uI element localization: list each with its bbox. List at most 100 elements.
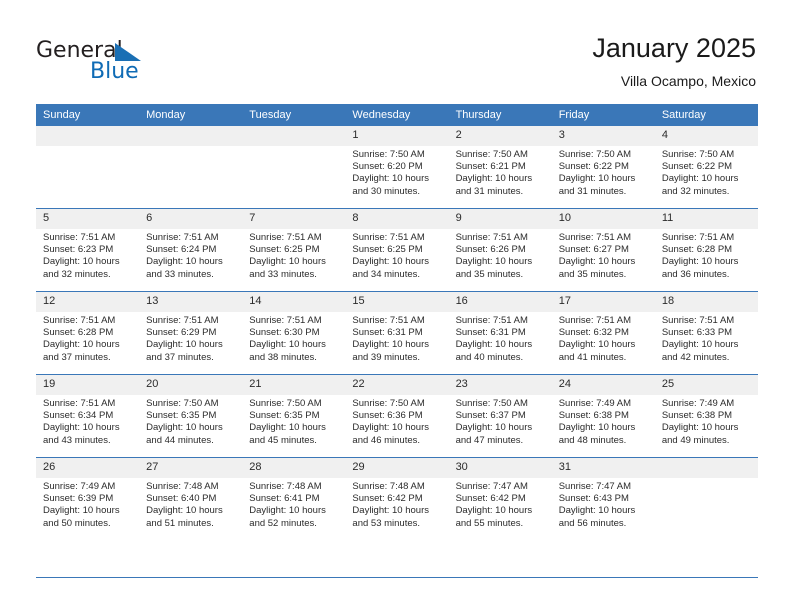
daylight-text-line2: and 49 minutes. (661, 434, 730, 446)
sunset-text: Sunset: 6:39 PM (43, 493, 114, 505)
daylight-text-line1: Daylight: 10 hours (352, 422, 429, 434)
calendar-header-row: Sunday Monday Tuesday Wednesday Thursday… (36, 104, 758, 126)
calendar-day-cell[interactable]: 11 Sunrise: 7:51 AM Sunset: 6:28 PM Dayligh… (654, 208, 758, 292)
sunset-text: Sunset: 6:31 PM (352, 327, 423, 339)
calendar-week-row: 19 Sunrise: 7:51 AM Sunset: 6:34 PM Dayligh… (36, 374, 758, 458)
calendar-day-cell[interactable]: 15 Sunrise: 7:51 AM Sunset: 6:31 PM Dayligh… (345, 291, 449, 375)
calendar-page: General Blue January 2025 Villa Ocampo, … (0, 0, 792, 612)
calendar-day-cell[interactable]: 26 Sunrise: 7:49 AM Sunset: 6:39 PM Dayligh… (36, 457, 140, 540)
sunset-text: Sunset: 6:37 PM (455, 410, 526, 422)
day-number (242, 126, 346, 146)
calendar-day-cell[interactable]: 18 Sunrise: 7:51 AM Sunset: 6:33 PM Dayligh… (654, 291, 758, 375)
calendar-day-cell[interactable]: 5 Sunrise: 7:51 AM Sunset: 6:23 PM Daylight… (36, 208, 140, 292)
calendar-day-cell[interactable]: 16 Sunrise: 7:51 AM Sunset: 6:31 PM Dayligh… (448, 291, 552, 375)
table-bottom-rule (36, 577, 758, 578)
day-number: 1 (345, 126, 449, 146)
calendar-day-cell[interactable]: 19 Sunrise: 7:51 AM Sunset: 6:34 PM Dayligh… (36, 374, 140, 458)
daylight-text-line2: and 30 minutes. (352, 185, 421, 197)
day-number: 21 (242, 375, 346, 395)
calendar-day-cell[interactable]: 9 Sunrise: 7:51 AM Sunset: 6:26 PM Daylight… (448, 208, 552, 292)
sunrise-text: Sunrise: 7:50 AM (352, 398, 425, 409)
day-number: 31 (551, 458, 655, 478)
day-details: Sunrise: 7:51 AM Sunset: 6:31 PM Daylight:… (345, 312, 448, 364)
calendar-day-cell[interactable]: 20 Sunrise: 7:50 AM Sunset: 6:35 PM Dayligh… (139, 374, 243, 458)
daylight-text-line2: and 34 minutes. (352, 268, 421, 280)
day-number: 15 (345, 292, 449, 312)
daylight-text-line1: Daylight: 10 hours (352, 505, 429, 517)
day-details: Sunrise: 7:51 AM Sunset: 6:32 PM Daylight:… (552, 312, 655, 364)
day-details: Sunrise: 7:51 AM Sunset: 6:30 PM Daylight:… (242, 312, 345, 364)
sunset-text: Sunset: 6:28 PM (43, 327, 114, 339)
calendar-day-cell[interactable]: 31 Sunrise: 7:47 AM Sunset: 6:43 PM Dayligh… (551, 457, 655, 540)
calendar-day-cell[interactable]: 10 Sunrise: 7:51 AM Sunset: 6:27 PM Dayligh… (551, 208, 655, 292)
day-number: 9 (448, 209, 552, 229)
calendar-day-cell[interactable]: 21 Sunrise: 7:50 AM Sunset: 6:35 PM Dayligh… (242, 374, 346, 458)
calendar-day-cell[interactable]: 23 Sunrise: 7:50 AM Sunset: 6:37 PM Dayligh… (448, 374, 552, 458)
sunset-text: Sunset: 6:23 PM (43, 244, 114, 256)
calendar-day-cell[interactable]: 30 Sunrise: 7:47 AM Sunset: 6:42 PM Dayligh… (448, 457, 552, 540)
daylight-text-line1: Daylight: 10 hours (558, 505, 636, 517)
daylight-text-line1: Daylight: 10 hours (146, 505, 223, 517)
day-details: Sunrise: 7:50 AM Sunset: 6:35 PM Daylight:… (139, 395, 242, 447)
calendar-day-cell[interactable]: 25 Sunrise: 7:49 AM Sunset: 6:38 PM Dayligh… (654, 374, 758, 458)
calendar-day-cell[interactable]: 4 Sunrise: 7:50 AM Sunset: 6:22 PM Daylight… (654, 126, 758, 209)
sunrise-text: Sunrise: 7:50 AM (352, 149, 425, 160)
calendar-day-cell[interactable]: 1 Sunrise: 7:50 AM Sunset: 6:20 PM Daylight… (345, 126, 449, 209)
sunrise-text: Sunrise: 7:50 AM (249, 398, 322, 409)
sunrise-text: Sunrise: 7:49 AM (43, 481, 116, 492)
calendar-day-cell[interactable]: 6 Sunrise: 7:51 AM Sunset: 6:24 PM Daylight… (139, 208, 243, 292)
sunrise-text: Sunrise: 7:51 AM (352, 232, 425, 243)
calendar-day-cell[interactable]: 13 Sunrise: 7:51 AM Sunset: 6:29 PM Dayligh… (139, 291, 243, 375)
day-details: Sunrise: 7:51 AM Sunset: 6:31 PM Daylight:… (449, 312, 552, 364)
sunrise-text: Sunrise: 7:50 AM (455, 149, 528, 160)
day-details: Sunrise: 7:51 AM Sunset: 6:26 PM Daylight:… (449, 229, 552, 281)
daylight-text-line2: and 40 minutes. (455, 351, 524, 363)
day-number: 7 (242, 209, 346, 229)
sunrise-text: Sunrise: 7:47 AM (455, 481, 528, 492)
day-details: Sunrise: 7:50 AM Sunset: 6:35 PM Daylight:… (242, 395, 345, 447)
calendar-day-cell[interactable]: 24 Sunrise: 7:49 AM Sunset: 6:38 PM Dayligh… (551, 374, 655, 458)
sunset-text: Sunset: 6:24 PM (146, 244, 217, 256)
daylight-text-line2: and 47 minutes. (455, 434, 524, 446)
calendar-day-cell[interactable]: 17 Sunrise: 7:51 AM Sunset: 6:32 PM Dayligh… (551, 291, 655, 375)
day-details: Sunrise: 7:51 AM Sunset: 6:23 PM Daylight:… (36, 229, 139, 281)
calendar-day-cell[interactable]: 27 Sunrise: 7:48 AM Sunset: 6:40 PM Dayligh… (139, 457, 243, 540)
sunrise-text: Sunrise: 7:49 AM (558, 398, 632, 409)
daylight-text-line2: and 37 minutes. (146, 351, 214, 363)
daylight-text-line1: Daylight: 10 hours (558, 256, 636, 268)
calendar-day-cell[interactable]: 7 Sunrise: 7:51 AM Sunset: 6:25 PM Daylight… (242, 208, 346, 292)
sunset-text: Sunset: 6:29 PM (146, 327, 217, 339)
sunrise-text: Sunrise: 7:50 AM (146, 398, 219, 409)
daylight-text-line2: and 39 minutes. (352, 351, 421, 363)
day-details: Sunrise: 7:51 AM Sunset: 6:27 PM Daylight:… (552, 229, 655, 281)
day-number: 5 (36, 209, 140, 229)
calendar-day-cell[interactable]: 22 Sunrise: 7:50 AM Sunset: 6:36 PM Dayligh… (345, 374, 449, 458)
calendar-day-cell[interactable]: 14 Sunrise: 7:51 AM Sunset: 6:30 PM Dayligh… (242, 291, 346, 375)
sunset-text: Sunset: 6:42 PM (352, 493, 423, 505)
calendar-day-cell[interactable]: 29 Sunrise: 7:48 AM Sunset: 6:42 PM Dayligh… (345, 457, 449, 540)
calendar-day-cell[interactable]: 2 Sunrise: 7:50 AM Sunset: 6:21 PM Daylight… (448, 126, 552, 209)
calendar-day-cell[interactable]: 3 Sunrise: 7:50 AM Sunset: 6:22 PM Daylight… (551, 126, 655, 209)
day-details: Sunrise: 7:47 AM Sunset: 6:42 PM Daylight:… (449, 478, 552, 530)
calendar-day-cell[interactable]: 28 Sunrise: 7:48 AM Sunset: 6:41 PM Dayligh… (242, 457, 346, 540)
daylight-text-line1: Daylight: 10 hours (43, 339, 120, 351)
day-number: 16 (448, 292, 552, 312)
calendar-day-cell[interactable]: 8 Sunrise: 7:51 AM Sunset: 6:25 PM Daylight… (345, 208, 449, 292)
daylight-text-line2: and 32 minutes. (661, 185, 730, 197)
day-details: Sunrise: 7:50 AM Sunset: 6:36 PM Daylight:… (345, 395, 448, 447)
daylight-text-line1: Daylight: 10 hours (352, 339, 429, 351)
general-blue-logo[interactable]: General Blue (36, 38, 236, 88)
sunrise-text: Sunrise: 7:51 AM (558, 315, 632, 326)
page-title: January 2025 (592, 33, 756, 63)
sunset-text: Sunset: 6:40 PM (146, 493, 217, 505)
calendar-day-cell[interactable]: 12 Sunrise: 7:51 AM Sunset: 6:28 PM Dayligh… (36, 291, 140, 375)
sunrise-text: Sunrise: 7:51 AM (455, 232, 528, 243)
page-subtitle-location: Villa Ocampo, Mexico (620, 73, 756, 89)
daylight-text-line1: Daylight: 10 hours (146, 339, 223, 351)
day-number: 29 (345, 458, 449, 478)
sunrise-text: Sunrise: 7:48 AM (352, 481, 425, 492)
day-number: 19 (36, 375, 140, 395)
daylight-text-line2: and 51 minutes. (146, 517, 214, 529)
day-details: Sunrise: 7:48 AM Sunset: 6:41 PM Daylight:… (242, 478, 345, 530)
day-details: Sunrise: 7:49 AM Sunset: 6:38 PM Daylight:… (655, 395, 758, 447)
